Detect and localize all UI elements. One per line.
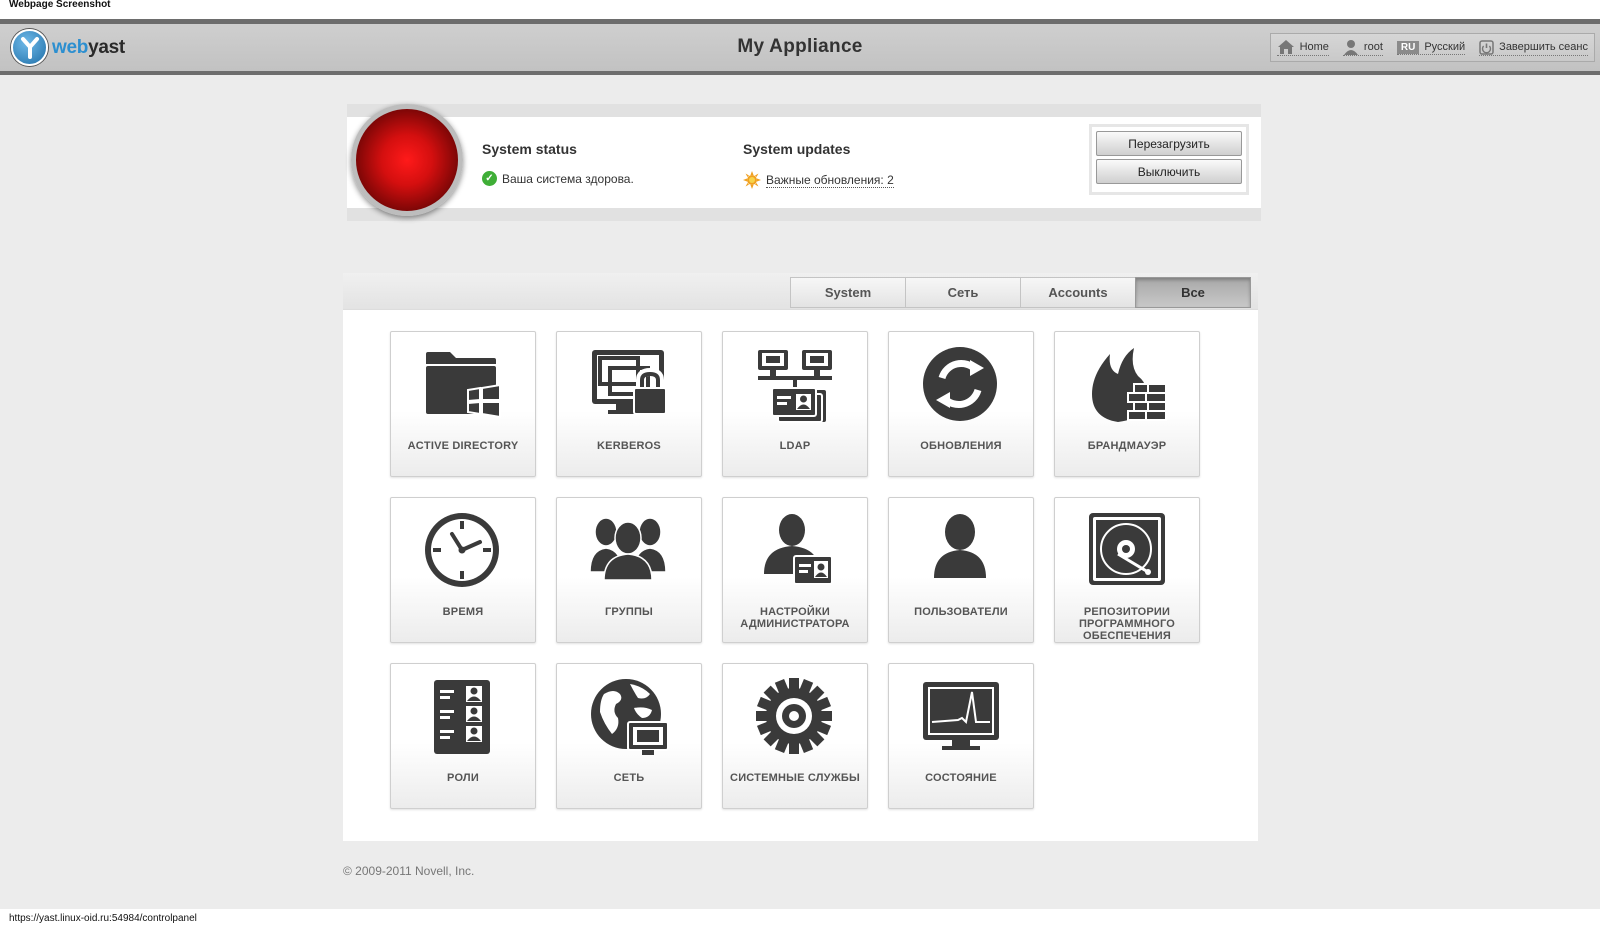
clock-icon [425, 513, 499, 587]
module-label: LDAP [779, 440, 811, 452]
firewall-icon [1092, 348, 1167, 422]
home-icon [1277, 40, 1294, 54]
groups-icon [590, 517, 667, 581]
module-groups[interactable]: ГРУППЫ [556, 497, 702, 643]
logout-icon [1479, 39, 1494, 55]
system-updates-section: System updates Важные обновления: 2 [743, 141, 894, 189]
power-actions: Перезагрузить Выключить [1089, 124, 1249, 195]
window-title: Webpage Screenshot [0, 0, 1600, 19]
status-indicator-light [351, 104, 463, 216]
browser-status-url: https://yast.linux-oid.ru:54984/controlp… [0, 909, 1600, 929]
system-updates-title: System updates [743, 141, 851, 157]
module-label: ВРЕМЯ [442, 606, 484, 618]
nav-user-label: root [1363, 41, 1383, 53]
nav-language-link[interactable]: RU Русский [1396, 40, 1466, 55]
nav-user-link[interactable]: root [1342, 39, 1383, 56]
tab-system[interactable]: System [790, 277, 906, 308]
nav-language-label: Русский [1424, 41, 1466, 53]
module-status[interactable]: СОСТОЯНИЕ [888, 663, 1034, 809]
language-badge: RU [1396, 40, 1420, 54]
module-label: РЕПОЗИТОРИИ ПРОГРАММНОГО ОБЕСПЕЧЕНИЯ [1078, 606, 1176, 642]
module-admin[interactable]: НАСТРОЙКИ АДМИНИСТРАТОРА [722, 497, 868, 643]
header-nav: Home root RU Русский Завершить сеанс [1269, 33, 1595, 62]
module-label: KERBEROS [597, 440, 661, 452]
update-sun-icon [743, 171, 761, 189]
ldap-icon [758, 350, 832, 423]
module-firewall[interactable]: БРАНДМАУЭР [1054, 331, 1200, 477]
shutdown-button[interactable]: Выключить [1096, 159, 1242, 184]
roles-icon [434, 680, 490, 754]
updates-link[interactable]: Важные обновления: 2 [766, 173, 894, 188]
module-services[interactable]: СИСТЕМНЫЕ СЛУЖБЫ [722, 663, 868, 809]
system-status-section: System status ✓ Ваша система здорова. [482, 141, 634, 186]
nav-home-link[interactable]: Home [1276, 39, 1329, 56]
module-label: НАСТРОЙКИ АДМИНИСТРАТОРА [740, 606, 850, 630]
footer-copyright: © 2009-2011 Novell, Inc. [343, 864, 475, 878]
system-status-text: Ваша система здорова. [502, 171, 634, 186]
active-directory-icon [426, 352, 501, 419]
status-inner: System status ✓ Ваша система здорова. Sy… [347, 117, 1261, 208]
module-label: СОСТОЯНИЕ [925, 772, 997, 784]
module-label: ПОЛЬЗОВАТЕЛИ [914, 606, 1008, 618]
module-label: ОБНОВЛЕНИЯ [920, 440, 1002, 452]
monitor-chart-icon [923, 682, 999, 750]
module-grid: ACTIVE DIRECTORY KERBEROS LDAP ОБНОВЛЕНИ… [390, 331, 1200, 809]
status-panel: System status ✓ Ваша система здорова. Sy… [347, 104, 1261, 221]
tab-bar: System Сеть Accounts Все [343, 273, 1258, 310]
tab-all[interactable]: Все [1135, 277, 1251, 308]
nav-logout-link[interactable]: Завершить сеанс [1479, 39, 1588, 56]
module-kerberos[interactable]: KERBEROS [556, 331, 702, 477]
check-icon: ✓ [482, 171, 497, 186]
module-ldap[interactable]: LDAP [722, 331, 868, 477]
header-bar: webyast My Appliance Home root RU Русски… [0, 19, 1600, 75]
admin-icon [764, 514, 833, 585]
category-tabs: System Сеть Accounts Все [790, 277, 1251, 308]
tab-accounts[interactable]: Accounts [1020, 277, 1136, 308]
module-label: БРАНДМАУЭР [1087, 440, 1167, 452]
globe-network-icon [591, 679, 669, 755]
module-time[interactable]: ВРЕМЯ [390, 497, 536, 643]
user-icon [1343, 40, 1358, 55]
module-label: СЕТЬ [613, 772, 645, 784]
updates-icon [923, 347, 997, 421]
reboot-button[interactable]: Перезагрузить [1096, 131, 1242, 156]
module-label: ГРУППЫ [604, 606, 654, 618]
module-updates[interactable]: ОБНОВЛЕНИЯ [888, 331, 1034, 477]
gear-icon [756, 678, 832, 754]
module-repositories[interactable]: РЕПОЗИТОРИИ ПРОГРАММНОГО ОБЕСПЕЧЕНИЯ [1054, 497, 1200, 643]
module-active-directory[interactable]: ACTIVE DIRECTORY [390, 331, 536, 477]
kerberos-icon [592, 350, 667, 415]
control-panel: System Сеть Accounts Все ACTIVE DIRECTOR… [343, 273, 1258, 841]
repositories-icon [1089, 513, 1165, 585]
users-icon [934, 514, 986, 578]
system-status-title: System status [482, 141, 577, 157]
nav-home-label: Home [1299, 41, 1329, 53]
module-label: СИСТЕМНЫЕ СЛУЖБЫ [730, 772, 860, 784]
module-label: ACTIVE DIRECTORY [407, 440, 519, 452]
module-network[interactable]: СЕТЬ [556, 663, 702, 809]
tab-network[interactable]: Сеть [905, 277, 1021, 308]
nav-logout-label: Завершить сеанс [1499, 41, 1588, 53]
module-roles[interactable]: РОЛИ [390, 663, 536, 809]
module-label: РОЛИ [447, 772, 479, 784]
module-users[interactable]: ПОЛЬЗОВАТЕЛИ [888, 497, 1034, 643]
